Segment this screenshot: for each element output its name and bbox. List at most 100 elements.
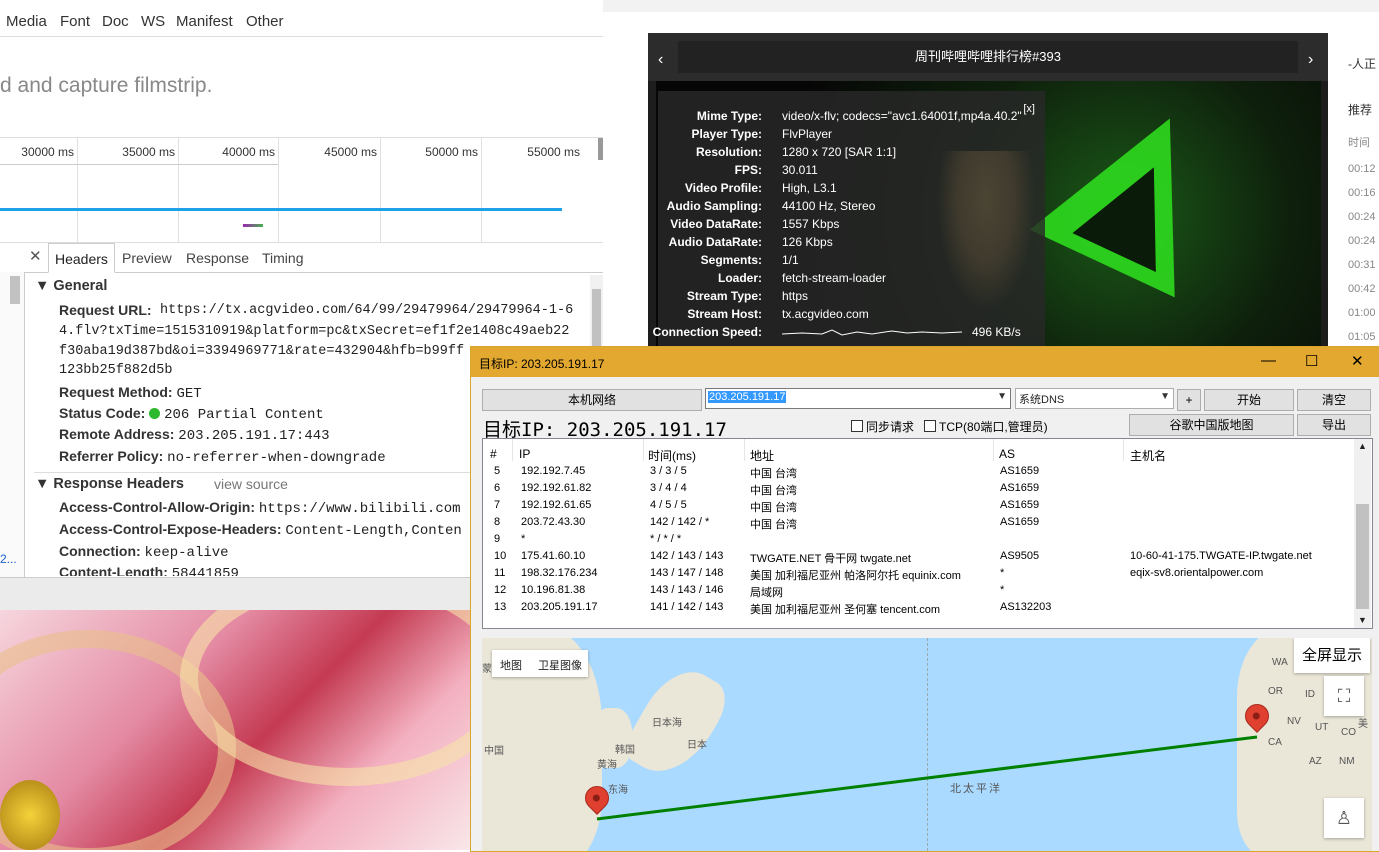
local-network-button[interactable]: 本机网络 — [482, 389, 702, 411]
export-button[interactable]: 导出 — [1297, 414, 1371, 436]
timeline-tick: 35000 ms — [77, 138, 179, 242]
column-header[interactable]: 时间(ms) — [648, 447, 696, 464]
table-scroll-thumb[interactable] — [1356, 504, 1369, 609]
scroll-up-icon[interactable]: ▲ — [1358, 441, 1367, 451]
table-cell: 175.41.60.10 — [521, 550, 586, 562]
table-row[interactable]: 5 192.192.7.45 3 / 3 / 5 中国 台湾 AS1659 — [483, 463, 1353, 480]
route-map[interactable]: 地图 卫星图像 全屏显示 日本海 日本 中国 韩国 黄海 东海 北太平洋 WA … — [482, 638, 1372, 851]
map-label: UT — [1315, 722, 1329, 733]
table-row[interactable]: 13 203.205.191.17 141 / 142 / 143 美国 加利福尼亚州… — [483, 599, 1353, 616]
timeline-handle[interactable] — [598, 138, 603, 160]
table-cell: 203.205.191.17 — [521, 601, 598, 613]
filter-font[interactable]: Font — [60, 13, 90, 30]
table-cell: 中国 台湾 — [750, 502, 798, 514]
filter-ws[interactable]: WS — [141, 13, 165, 30]
map-type-satellite[interactable]: 卫星图像 — [538, 657, 582, 673]
table-cell: 3 / 3 / 5 — [650, 465, 687, 477]
stat-row: Audio DataRate: 126 Kbps — [668, 235, 833, 249]
request-list-strip[interactable]: 2... — [0, 272, 25, 577]
sidebar-tab[interactable]: 推荐 — [1348, 101, 1372, 118]
filter-doc[interactable]: Doc — [102, 13, 129, 30]
desktop-gap — [0, 577, 470, 611]
tab-response[interactable]: Response — [186, 250, 249, 266]
filter-other[interactable]: Other — [246, 13, 284, 30]
map-label: 日本 — [687, 740, 707, 751]
table-cell: 中国 台湾 — [750, 519, 798, 531]
table-row[interactable]: 11 198.32.176.234 143 / 147 / 148 美国 加利福尼亚州… — [483, 565, 1353, 582]
danmaku-time: 00:31 — [1348, 259, 1376, 271]
map-type-toggle[interactable]: 地图 卫星图像 — [492, 650, 588, 677]
column-header[interactable]: AS — [999, 447, 1015, 461]
request-url-line: f30aba19d387bd&oi=3394969771&rate=432904… — [59, 344, 465, 359]
table-cell: TWGATE.NET 骨干网 twgate.net — [750, 553, 911, 565]
tab-preview[interactable]: Preview — [122, 250, 172, 266]
column-header[interactable]: IP — [519, 447, 530, 461]
map-type-map[interactable]: 地图 — [500, 657, 522, 673]
map-label: NM — [1339, 756, 1355, 767]
target-ip-input[interactable]: 203.205.191.17 ▼ — [705, 388, 1011, 409]
filter-type-bar: Media Font Doc WS Manifest Other — [0, 6, 603, 37]
tab-headers[interactable]: Headers — [48, 243, 115, 273]
referrer-policy-row: Referrer Policy: no-referrer-when-downgr… — [59, 448, 386, 466]
filter-media[interactable]: Media — [6, 13, 47, 30]
tcp-checkbox[interactable]: TCP(80端口,管理员) — [924, 418, 1048, 435]
map-label: 东海 — [608, 785, 628, 796]
response-header-row: Access-Control-Allow-Origin: https://www… — [59, 499, 461, 517]
column-header[interactable]: # — [490, 447, 497, 461]
general-section-toggle[interactable]: ▼ General — [35, 278, 107, 294]
table-cell: 203.72.43.30 — [521, 516, 586, 528]
remote-address-row: Remote Address: 203.205.191.17:443 — [59, 426, 330, 444]
chevron-down-icon[interactable]: ▼ — [1160, 391, 1170, 402]
scroll-down-icon[interactable]: ▼ — [1358, 615, 1367, 625]
table-row[interactable]: 6 192.192.61.82 3 / 4 / 4 中国 台湾 AS1659 — [483, 480, 1353, 497]
minimize-icon[interactable]: — — [1261, 352, 1276, 369]
table-row[interactable]: 9 * * / * / * — [483, 531, 1353, 548]
stat-row: Video DataRate: 1557 Kbps — [670, 217, 840, 231]
street-view-icon[interactable]: ♙ — [1324, 798, 1364, 838]
chevron-down-icon[interactable]: ▼ — [997, 391, 1007, 402]
request-list-scroll-thumb[interactable] — [10, 276, 20, 304]
sync-request-checkbox[interactable]: 同步请求 — [851, 418, 914, 435]
next-arrow-icon[interactable]: › — [1308, 51, 1313, 69]
dns-select[interactable]: 系统DNS ▼ — [1015, 388, 1174, 409]
table-cell: 4 / 5 / 5 — [650, 499, 687, 511]
close-icon[interactable]: ✕ — [1351, 352, 1364, 370]
table-cell: 美国 加利福尼亚州 圣何塞 tencent.com — [750, 604, 941, 616]
request-list-item[interactable]: 2... — [0, 552, 17, 566]
map-label: 北太平洋 — [950, 783, 1002, 795]
sidebar-label: -人正 — [1348, 57, 1376, 71]
start-button[interactable]: 开始 — [1204, 389, 1294, 411]
map-label: ID — [1305, 689, 1315, 700]
window-titlebar[interactable]: 目标IP: 203.205.191.17 — ☐ ✕ — [471, 347, 1379, 377]
stat-row: FPS: 30.011 — [734, 163, 818, 177]
maximize-icon[interactable]: ☐ — [1305, 352, 1318, 370]
column-header[interactable]: 地址 — [750, 447, 774, 464]
table-cell: 12 — [494, 584, 507, 596]
table-cell: 143 / 147 / 148 — [650, 567, 724, 579]
request-url-line: 123bb25f882d5b — [59, 363, 173, 378]
column-header[interactable]: 主机名 — [1130, 447, 1166, 464]
response-headers-section-toggle[interactable]: ▼ Response Headers — [35, 476, 184, 492]
fullscreen-icon[interactable]: ⛶ — [1324, 676, 1364, 716]
tab-timing[interactable]: Timing — [262, 250, 304, 266]
stat-row: Stream Type: https — [686, 289, 809, 303]
request-waterfall-bar — [0, 208, 562, 211]
google-map-button[interactable]: 谷歌中国版地图 — [1129, 414, 1294, 436]
table-cell: 5 — [494, 465, 501, 477]
prev-arrow-icon[interactable]: ‹ — [658, 51, 663, 69]
view-source-link[interactable]: view source — [214, 476, 288, 492]
table-row[interactable]: 10 175.41.60.10 142 / 143 / 143 TWGATE.NET … — [483, 548, 1353, 565]
table-row[interactable]: 7 192.192.61.65 4 / 5 / 5 中国 台湾 AS1659 — [483, 497, 1353, 514]
table-cell: 中国 台湾 — [750, 485, 798, 497]
danmaku-time: 01:00 — [1348, 307, 1376, 319]
clear-button[interactable]: 清空 — [1297, 389, 1371, 411]
table-row[interactable]: 8 203.72.43.30 142 / 142 / * 中国 台湾 AS1659 — [483, 514, 1353, 531]
add-button[interactable]: + — [1177, 389, 1201, 411]
table-scrollbar[interactable]: ▲ ▼ — [1354, 439, 1371, 628]
fullscreen-button[interactable]: 全屏显示 — [1294, 638, 1370, 673]
recommend-sidebar: -人正 推荐 时间 00:12 00:16 00:24 00:24 00:31 … — [1328, 33, 1379, 348]
status-ok-icon — [149, 408, 161, 419]
filter-manifest[interactable]: Manifest — [176, 13, 233, 30]
stat-row: Segments: 1/1 — [700, 253, 799, 267]
table-row[interactable]: 12 10.196.81.38 143 / 143 / 146 局域网 * — [483, 582, 1353, 599]
